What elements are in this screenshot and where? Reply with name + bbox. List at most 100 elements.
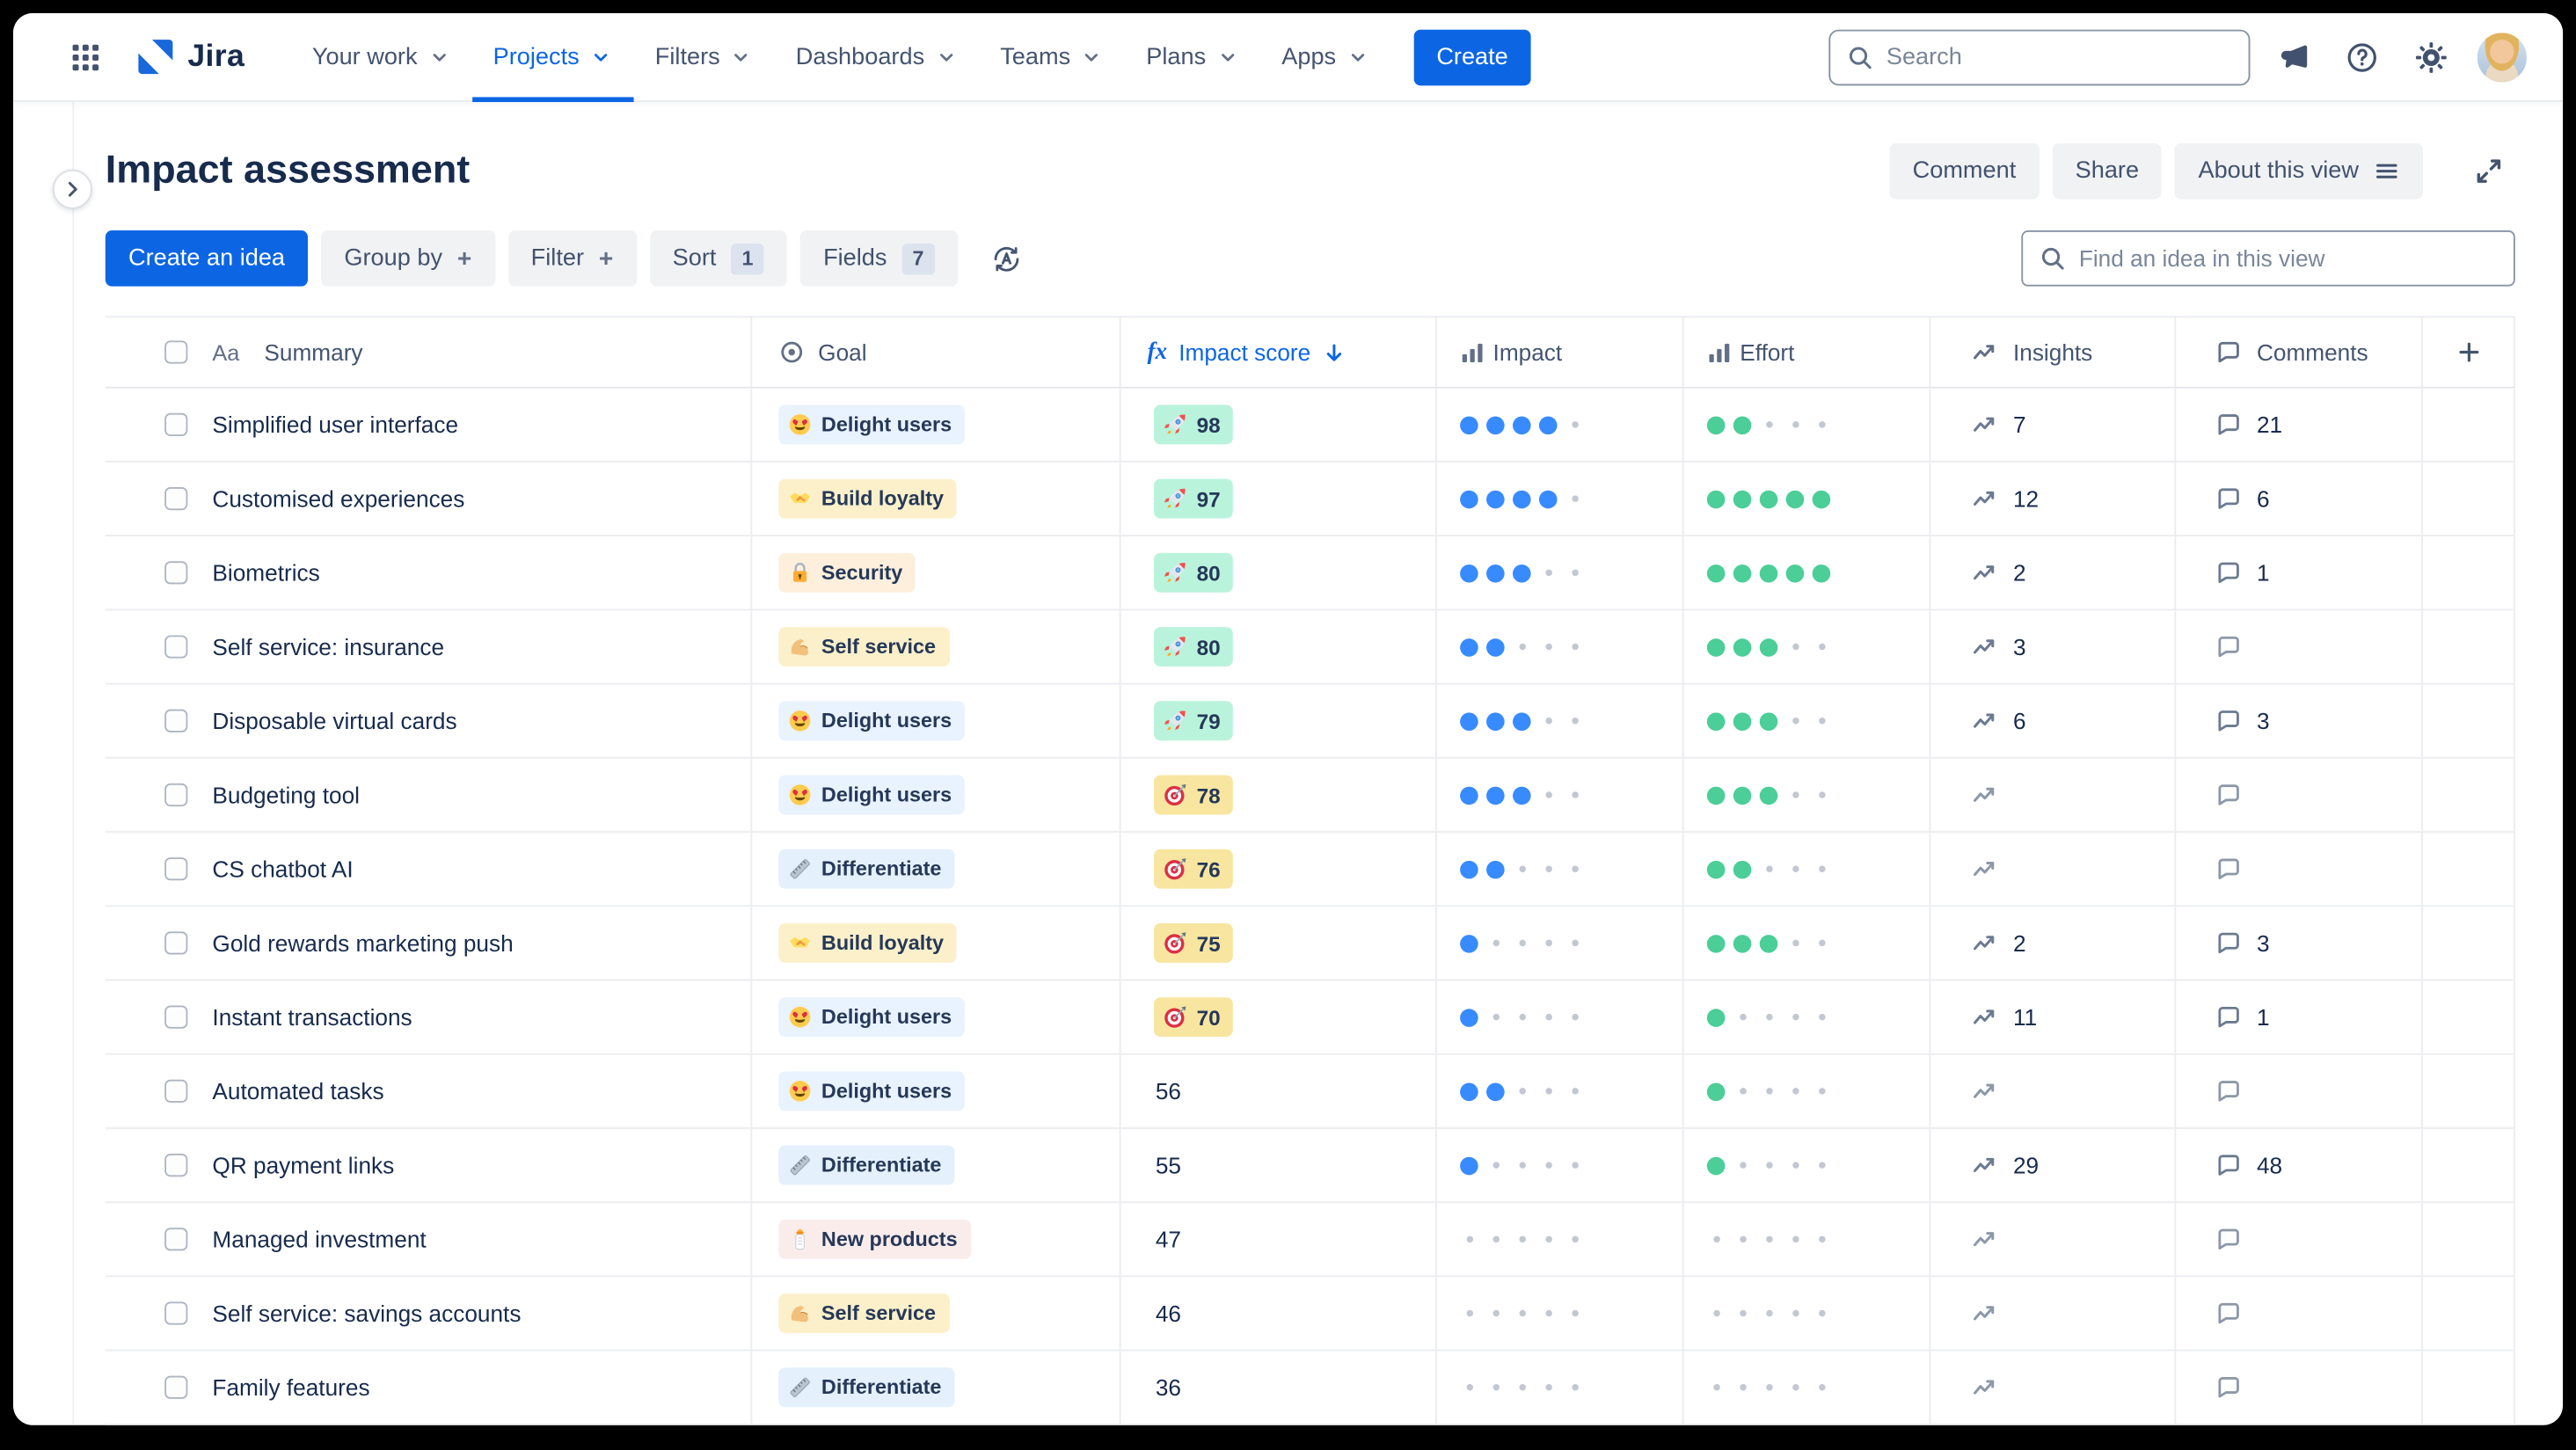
goal-cell[interactable]: Build loyalty: [752, 462, 1121, 536]
insights-cell[interactable]: [1930, 1203, 2177, 1276]
insights-cell[interactable]: 2: [1930, 907, 2177, 980]
goal-chip[interactable]: Delight users: [778, 997, 966, 1038]
impact-score-cell[interactable]: 56: [1121, 1054, 1437, 1128]
global-search-input[interactable]: [1886, 43, 2232, 70]
effort-cell[interactable]: [1684, 1203, 1931, 1276]
row-checkbox[interactable]: [164, 1079, 188, 1103]
impact-score-cell[interactable]: 78: [1121, 758, 1437, 832]
nav-item-dashboards[interactable]: Dashboards: [774, 13, 978, 101]
nav-item-plans[interactable]: Plans: [1125, 13, 1260, 101]
goal-cell[interactable]: Delight users: [752, 1054, 1121, 1128]
create-idea-button[interactable]: Create an idea: [105, 230, 309, 287]
row-checkbox[interactable]: [164, 783, 188, 807]
column-header-goal[interactable]: Goal: [752, 317, 1121, 387]
impact-score-cell[interactable]: 70: [1121, 980, 1437, 1053]
sort-button[interactable]: Sort 1: [649, 230, 787, 287]
summary-cell[interactable]: Automated tasks: [106, 1054, 753, 1128]
comments-cell[interactable]: [2176, 610, 2423, 683]
comments-cell[interactable]: 21: [2176, 388, 2423, 462]
insights-cell[interactable]: [1930, 758, 2177, 832]
row-checkbox[interactable]: [164, 857, 188, 881]
comments-cell[interactable]: [2176, 833, 2423, 906]
summary-cell[interactable]: Gold rewards marketing push: [106, 907, 753, 980]
column-header-comments[interactable]: Comments: [2176, 317, 2423, 387]
jira-logo[interactable]: Jira: [135, 36, 244, 77]
row-checkbox[interactable]: [164, 635, 188, 659]
impact-cell[interactable]: [1437, 1128, 1684, 1202]
summary-cell[interactable]: Simplified user interface: [106, 388, 753, 462]
impact-cell[interactable]: [1437, 980, 1684, 1053]
goal-cell[interactable]: Build loyalty: [752, 907, 1121, 980]
create-button[interactable]: Create: [1413, 28, 1531, 85]
goal-chip[interactable]: Delight users: [778, 701, 966, 741]
comments-cell[interactable]: 48: [2176, 1128, 2423, 1202]
insights-cell[interactable]: 7: [1930, 388, 2177, 462]
comments-cell[interactable]: [2176, 1203, 2423, 1276]
row-checkbox[interactable]: [164, 709, 188, 732]
goal-cell[interactable]: Delight users: [752, 758, 1121, 832]
impact-cell[interactable]: [1437, 462, 1684, 536]
goal-cell[interactable]: Self service: [752, 610, 1121, 683]
effort-cell[interactable]: [1684, 758, 1931, 832]
goal-chip[interactable]: Build loyalty: [778, 922, 958, 963]
row-checkbox[interactable]: [164, 412, 188, 436]
insights-cell[interactable]: 11: [1930, 980, 2177, 1053]
summary-cell[interactable]: Biometrics: [106, 536, 753, 609]
impact-cell[interactable]: [1437, 536, 1684, 609]
column-header-effort[interactable]: Effort: [1684, 317, 1931, 387]
impact-score-cell[interactable]: 76: [1121, 833, 1437, 906]
nav-item-apps[interactable]: Apps: [1260, 13, 1390, 101]
impact-cell[interactable]: [1437, 388, 1684, 462]
goal-chip[interactable]: Delight users: [778, 775, 966, 815]
summary-cell[interactable]: Budgeting tool: [106, 758, 753, 832]
effort-cell[interactable]: [1684, 1277, 1931, 1350]
nav-item-teams[interactable]: Teams: [979, 13, 1125, 101]
impact-score-cell[interactable]: 46: [1121, 1277, 1437, 1350]
settings-button[interactable]: [2405, 31, 2457, 84]
goal-chip[interactable]: New products: [778, 1219, 971, 1259]
summary-cell[interactable]: CS chatbot AI: [106, 833, 753, 906]
goal-chip[interactable]: Self service: [778, 627, 949, 667]
summary-cell[interactable]: Instant transactions: [106, 980, 753, 1053]
effort-cell[interactable]: [1684, 610, 1931, 683]
impact-cell[interactable]: [1437, 610, 1684, 683]
fullscreen-button[interactable]: [2463, 145, 2515, 198]
impact-score-cell[interactable]: 97: [1121, 462, 1437, 536]
about-view-button[interactable]: About this view: [2175, 142, 2423, 200]
comment-button[interactable]: Comment: [1889, 142, 2040, 200]
summary-cell[interactable]: Self service: savings accounts: [106, 1277, 753, 1350]
goal-chip[interactable]: Differentiate: [778, 1367, 955, 1408]
goal-cell[interactable]: New products: [752, 1203, 1121, 1276]
row-checkbox[interactable]: [164, 1153, 188, 1177]
insights-cell[interactable]: [1930, 1277, 2177, 1350]
nav-item-projects[interactable]: Projects: [471, 13, 634, 102]
impact-score-cell[interactable]: 79: [1121, 684, 1437, 757]
find-idea-input[interactable]: [2078, 244, 2498, 272]
column-header-score[interactable]: fx Impact score: [1121, 317, 1437, 387]
effort-cell[interactable]: [1684, 833, 1931, 906]
goal-chip[interactable]: Build loyalty: [778, 478, 958, 519]
comments-cell[interactable]: [2176, 1054, 2423, 1128]
comments-cell[interactable]: 3: [2176, 684, 2423, 757]
column-header-add[interactable]: [2423, 317, 2515, 387]
global-search[interactable]: [1828, 28, 2251, 85]
summary-cell[interactable]: Family features: [106, 1351, 753, 1424]
user-avatar[interactable]: [2474, 28, 2530, 85]
impact-score-cell[interactable]: 80: [1121, 536, 1437, 609]
impact-cell[interactable]: [1437, 1203, 1684, 1276]
row-checkbox[interactable]: [164, 1301, 188, 1325]
goal-cell[interactable]: Differentiate: [752, 1128, 1121, 1202]
impact-score-cell[interactable]: 98: [1121, 388, 1437, 462]
insights-cell[interactable]: 6: [1930, 684, 2177, 757]
comments-cell[interactable]: 1: [2176, 980, 2423, 1053]
select-all-checkbox[interactable]: [164, 340, 188, 364]
effort-cell[interactable]: [1684, 907, 1931, 980]
impact-score-cell[interactable]: 55: [1121, 1128, 1437, 1202]
announcement-button[interactable]: [2266, 31, 2319, 84]
summary-cell[interactable]: Disposable virtual cards: [106, 684, 753, 757]
impact-cell[interactable]: [1437, 758, 1684, 832]
goal-cell[interactable]: Security: [752, 536, 1121, 609]
effort-cell[interactable]: [1684, 536, 1931, 609]
find-idea-search[interactable]: [2021, 230, 2515, 287]
goal-cell[interactable]: Differentiate: [752, 1351, 1121, 1424]
